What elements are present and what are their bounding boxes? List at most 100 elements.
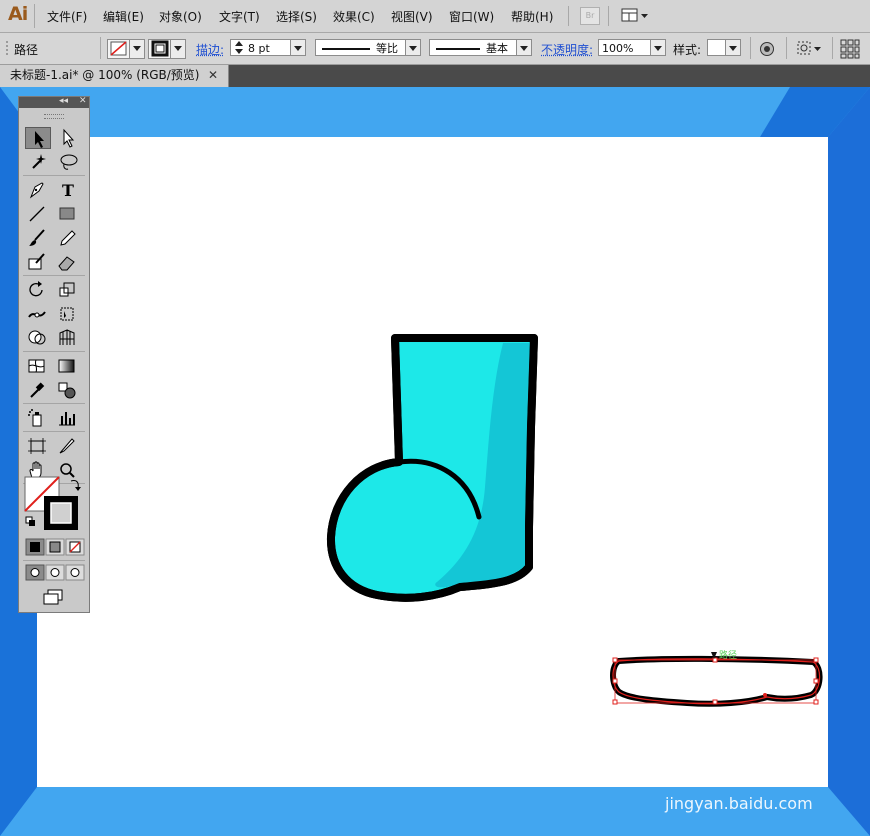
menu-object[interactable]: 对象(O) xyxy=(159,8,202,25)
pen-tool[interactable] xyxy=(25,179,51,201)
menu-file[interactable]: 文件(F) xyxy=(47,8,87,25)
workspace-switcher-button[interactable] xyxy=(620,7,650,24)
direct-selection-tool[interactable] xyxy=(55,127,81,149)
brush-definition-dropdown[interactable]: 基本 xyxy=(429,39,532,56)
menu-type[interactable]: 文字(T) xyxy=(219,8,260,25)
width-tool[interactable] xyxy=(25,303,51,325)
bridge-button[interactable]: Br xyxy=(580,7,600,25)
lasso-tool[interactable] xyxy=(55,151,81,173)
stepper-arrows-icon[interactable] xyxy=(233,39,245,56)
no-fill-swatch-icon xyxy=(110,41,127,56)
symbol-sprayer-tool[interactable] xyxy=(25,407,51,429)
bbox-handle[interactable] xyxy=(712,657,718,663)
paintbrush-tool[interactable] xyxy=(25,227,51,249)
menu-window[interactable]: 窗口(W) xyxy=(449,8,494,25)
close-icon[interactable]: ✕ xyxy=(79,96,87,106)
close-icon[interactable]: ✕ xyxy=(208,65,218,86)
menu-select[interactable]: 选择(S) xyxy=(276,8,317,25)
path-smart-guide-label: 路径 xyxy=(719,649,737,661)
slice-icon xyxy=(59,438,75,454)
stroke-swatch-icon xyxy=(151,40,169,57)
recolor-artwork-icon[interactable] xyxy=(759,41,775,57)
divider xyxy=(23,560,85,561)
stroke-weight-field[interactable]: 8 pt xyxy=(230,39,306,56)
rotate-tool[interactable] xyxy=(25,279,51,301)
menu-edit[interactable]: 编辑(E) xyxy=(103,8,144,25)
watermark-url: jingyan.baidu.com xyxy=(665,794,813,813)
tools-panel: ◂◂ ✕ T xyxy=(18,96,90,613)
eyedropper-tool[interactable] xyxy=(25,379,51,401)
divider xyxy=(23,403,85,404)
pencil-tool[interactable] xyxy=(55,227,81,249)
bbox-handle[interactable] xyxy=(813,678,819,684)
anchor-point[interactable] xyxy=(763,693,767,697)
shape-builder-tool[interactable] xyxy=(25,327,51,349)
scale-icon xyxy=(59,282,75,297)
document-tab[interactable]: 未标题-1.ai* @ 100% (RGB/预览) ✕ xyxy=(0,65,229,87)
screen-mode-icon[interactable] xyxy=(41,589,67,605)
fill-color-dropdown[interactable] xyxy=(107,39,145,59)
type-icon: T xyxy=(62,181,74,200)
menu-effect[interactable]: 效果(C) xyxy=(333,8,375,25)
eraser-tool[interactable] xyxy=(55,251,81,273)
bbox-handle[interactable] xyxy=(712,699,718,705)
magic-wand-tool[interactable] xyxy=(25,151,51,173)
artboard-tool[interactable] xyxy=(25,435,51,457)
style-label: 样式: xyxy=(673,43,702,57)
divider xyxy=(568,6,569,26)
stroke-label-link[interactable]: 描边: xyxy=(196,41,224,58)
watermark-brand: Bai du 经验 xyxy=(668,738,775,759)
blend-icon xyxy=(58,382,76,399)
column-graph-tool[interactable] xyxy=(55,407,81,429)
opacity-field[interactable]: 100% xyxy=(598,39,666,56)
blend-tool[interactable] xyxy=(55,379,81,401)
rectangle-tool[interactable] xyxy=(55,203,81,225)
frame-right-bevel xyxy=(828,87,870,836)
stroke-weight-value: 8 pt xyxy=(248,42,270,55)
gradient-tool[interactable] xyxy=(55,355,81,377)
graphic-style-dropdown[interactable] xyxy=(707,39,741,56)
stroke-color-dropdown[interactable] xyxy=(148,39,186,59)
swap-arrowhead xyxy=(75,487,81,491)
divider xyxy=(23,351,85,352)
color-mode-group xyxy=(25,538,85,556)
bbox-handle[interactable] xyxy=(612,678,618,684)
bbox-handle[interactable] xyxy=(612,657,618,663)
workspace-layout-icon xyxy=(621,8,648,22)
boot-illustration[interactable] xyxy=(326,334,538,602)
eyedropper-icon xyxy=(30,382,45,398)
swap-fill-stroke-icon[interactable] xyxy=(70,480,79,489)
mesh-tool[interactable] xyxy=(25,355,51,377)
gradient-icon xyxy=(58,359,75,373)
scale-tool[interactable] xyxy=(55,279,81,301)
artboard[interactable]: 路径 xyxy=(37,137,828,787)
selection-type-label: 路径 xyxy=(14,43,39,57)
tools-panel-header[interactable]: ◂◂ ✕ xyxy=(19,96,89,108)
grip-icon[interactable] xyxy=(44,114,64,119)
slice-tool[interactable] xyxy=(55,435,81,457)
selected-path[interactable]: 路径 xyxy=(610,649,823,707)
perspective-grid-tool[interactable] xyxy=(55,327,81,349)
sole-path[interactable] xyxy=(610,655,823,707)
selection-tool[interactable] xyxy=(25,127,51,149)
menu-view[interactable]: 视图(V) xyxy=(391,8,433,25)
artboard-icon xyxy=(28,438,46,454)
panel-options-icon[interactable] xyxy=(840,39,860,59)
blob-brush-tool[interactable] xyxy=(25,251,51,273)
bbox-handle[interactable] xyxy=(612,699,618,705)
collapse-icon[interactable]: ◂◂ xyxy=(59,96,68,106)
canvas-area[interactable]: 路径 Bai du 经验 jingyan.baidu.com xyxy=(0,87,870,836)
free-transform-tool[interactable] xyxy=(55,303,81,325)
variable-width-profile-dropdown[interactable]: 等比 xyxy=(315,39,421,56)
menu-help[interactable]: 帮助(H) xyxy=(511,8,553,25)
isolate-selection-icon[interactable] xyxy=(796,40,824,57)
line-segment-tool[interactable] xyxy=(25,203,51,225)
chevron-down-icon xyxy=(129,40,144,58)
type-tool[interactable]: T xyxy=(55,179,81,201)
opacity-label-link[interactable]: 不透明度: xyxy=(541,41,593,58)
divider xyxy=(34,4,35,28)
grip-icon xyxy=(6,41,8,55)
bbox-handle[interactable] xyxy=(813,699,819,705)
blob-brush-icon xyxy=(28,253,45,270)
bbox-handle[interactable] xyxy=(813,657,819,663)
